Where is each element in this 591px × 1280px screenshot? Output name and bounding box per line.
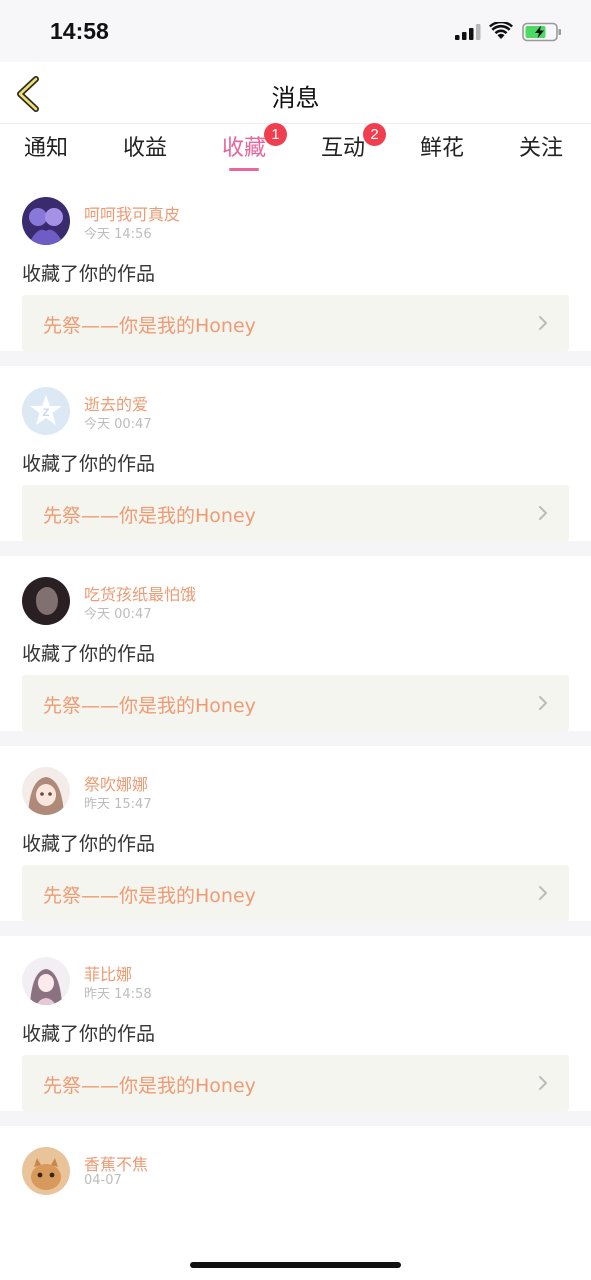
list-item: 菲比娜 昨天 14:58 收藏了你的作品 先祭——你是我的Honey xyxy=(0,936,591,1126)
user-name[interactable]: 菲比娜 xyxy=(84,961,132,985)
tab-label: 关注 xyxy=(519,136,564,161)
status-bar: 14:58 xyxy=(0,0,591,62)
tab-label: 收藏 xyxy=(222,136,267,161)
nav-bar: 消息 xyxy=(0,62,591,124)
user-name[interactable]: 吃货孩纸最怕饿 xyxy=(84,581,196,605)
timestamp: 今天 00:47 xyxy=(84,417,152,432)
avatar[interactable] xyxy=(22,577,70,625)
action-text: 收藏了你的作品 xyxy=(22,643,156,665)
tab-interactions[interactable]: 互动 2 xyxy=(321,123,387,174)
avatar[interactable]: Z xyxy=(22,387,70,435)
avatar-image xyxy=(22,577,70,625)
list-item: Z 逝去的爱 今天 00:47 收藏了你的作品 先祭——你是我的Honey xyxy=(0,366,591,556)
timestamp: 昨天 15:47 xyxy=(84,797,152,812)
avatar-image: Z xyxy=(22,387,70,435)
avatar[interactable] xyxy=(22,957,70,1005)
avatar[interactable] xyxy=(22,767,70,815)
action-text: 收藏了你的作品 xyxy=(22,833,156,855)
list-item: 香蕉不焦 04-07 xyxy=(0,1126,591,1280)
tab-label: 互动 xyxy=(321,136,366,161)
tab-flowers[interactable]: 鲜花 xyxy=(420,130,464,174)
tab-following[interactable]: 关注 xyxy=(519,130,563,174)
tab-earnings[interactable]: 收益 xyxy=(123,130,167,174)
avatar-image xyxy=(22,767,70,815)
work-title: 先祭——你是我的Honey xyxy=(43,505,256,527)
tab-notifications[interactable]: 通知 xyxy=(24,130,68,174)
work-link[interactable]: 先祭——你是我的Honey xyxy=(22,675,569,731)
favorites-list: 呵呵我可真皮 今天 14:56 收藏了你的作品 先祭——你是我的Honey Z … xyxy=(0,176,591,1280)
home-indicator[interactable] xyxy=(190,1262,401,1268)
signal-icon xyxy=(455,24,481,40)
active-tab-indicator xyxy=(229,168,260,171)
action-text: 收藏了你的作品 xyxy=(22,263,156,285)
work-link[interactable]: 先祭——你是我的Honey xyxy=(22,1055,569,1111)
chevron-right-icon xyxy=(539,1076,547,1090)
user-name[interactable]: 香蕉不焦 xyxy=(84,1151,148,1175)
list-item: 吃货孩纸最怕饿 今天 00:47 收藏了你的作品 先祭——你是我的Honey xyxy=(0,556,591,746)
tab-label: 鲜花 xyxy=(420,136,465,161)
battery-icon xyxy=(522,22,561,42)
work-title: 先祭——你是我的Honey xyxy=(43,315,256,337)
work-link[interactable]: 先祭——你是我的Honey xyxy=(22,485,569,541)
action-text: 收藏了你的作品 xyxy=(22,453,156,475)
tab-badge: 2 xyxy=(363,123,387,146)
timestamp: 04-07 xyxy=(84,1173,122,1188)
user-name[interactable]: 祭吹娜娜 xyxy=(84,771,148,795)
avatar-image xyxy=(22,197,70,245)
timestamp: 昨天 14:58 xyxy=(84,987,152,1002)
tab-badge: 1 xyxy=(264,123,288,146)
work-title: 先祭——你是我的Honey xyxy=(43,695,256,717)
action-text: 收藏了你的作品 xyxy=(22,1023,156,1045)
chevron-right-icon xyxy=(539,886,547,900)
avatar[interactable] xyxy=(22,197,70,245)
avatar[interactable] xyxy=(22,1147,70,1195)
timestamp: 今天 00:47 xyxy=(84,607,152,622)
work-title: 先祭——你是我的Honey xyxy=(43,885,256,907)
wifi-icon xyxy=(489,22,513,39)
avatar-image xyxy=(22,1147,70,1195)
status-time: 14:58 xyxy=(50,18,109,44)
list-item: 祭吹娜娜 昨天 15:47 收藏了你的作品 先祭——你是我的Honey xyxy=(0,746,591,936)
user-name[interactable]: 呵呵我可真皮 xyxy=(84,201,180,225)
chevron-right-icon xyxy=(539,316,547,330)
chevron-right-icon xyxy=(539,696,547,710)
tab-label: 收益 xyxy=(123,136,168,161)
svg-text:Z: Z xyxy=(43,407,50,419)
list-item: 呵呵我可真皮 今天 14:56 收藏了你的作品 先祭——你是我的Honey xyxy=(0,176,591,366)
tab-label: 通知 xyxy=(24,136,69,161)
page-title: 消息 xyxy=(271,84,320,112)
chevron-right-icon xyxy=(539,506,547,520)
work-title: 先祭——你是我的Honey xyxy=(43,1075,256,1097)
work-link[interactable]: 先祭——你是我的Honey xyxy=(22,865,569,921)
tab-bar: 通知 收益 收藏 1 互动 2 鲜花 关注 xyxy=(0,123,591,176)
user-name[interactable]: 逝去的爱 xyxy=(84,391,148,415)
timestamp: 今天 14:56 xyxy=(84,227,152,242)
avatar-image xyxy=(22,957,70,1005)
tab-favorites[interactable]: 收藏 1 xyxy=(222,123,288,174)
work-link[interactable]: 先祭——你是我的Honey xyxy=(22,295,569,351)
